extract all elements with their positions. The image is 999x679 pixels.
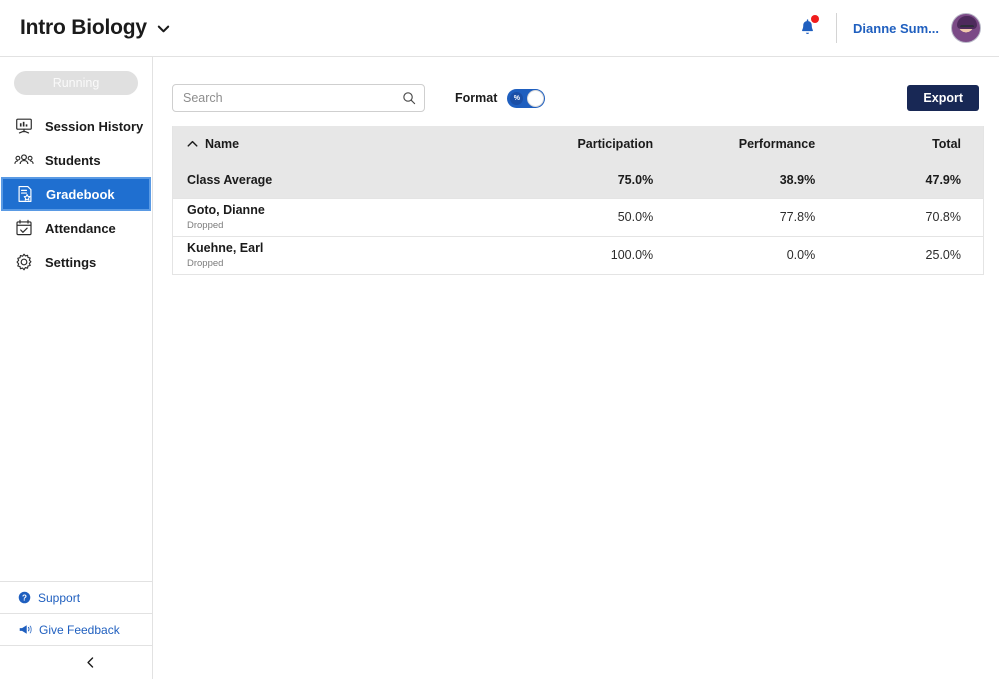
- sidebar-item-label: Settings: [45, 255, 96, 270]
- column-header-total[interactable]: Total: [837, 126, 983, 162]
- student-total: 25.0%: [837, 236, 983, 274]
- student-performance: 77.8%: [675, 198, 837, 236]
- sidebar: Running Session History Students: [0, 57, 153, 679]
- chevron-down-icon: [156, 21, 171, 36]
- people-group-icon: [14, 150, 34, 170]
- student-name-cell: Kuehne, Earl Dropped: [173, 236, 521, 274]
- class-average-row: Class Average 75.0% 38.9% 47.9%: [173, 162, 983, 198]
- search-icon[interactable]: [402, 91, 416, 105]
- avatar[interactable]: [951, 13, 981, 43]
- caret-up-icon: [187, 140, 198, 148]
- megaphone-icon: [18, 623, 32, 636]
- sidebar-item-label: Gradebook: [46, 187, 115, 202]
- student-participation: 50.0%: [521, 198, 675, 236]
- table-body: Class Average 75.0% 38.9% 47.9% Goto, Di…: [173, 162, 983, 274]
- user-menu[interactable]: Dianne Sum...: [853, 21, 939, 36]
- calendar-check-icon: [14, 218, 34, 238]
- student-name: Kuehne, Earl: [187, 241, 521, 256]
- toggle-knob: [527, 90, 544, 107]
- gradebook-toolbar: Format % Export: [153, 57, 999, 117]
- column-header-name[interactable]: Name: [173, 126, 521, 162]
- chevron-left-icon: [84, 656, 97, 669]
- document-star-icon: [15, 184, 35, 204]
- support-label: Support: [38, 591, 80, 605]
- gear-icon: [14, 252, 34, 272]
- class-average-total: 47.9%: [837, 162, 983, 198]
- student-performance: 0.0%: [675, 236, 837, 274]
- table-row[interactable]: Kuehne, Earl Dropped 100.0% 0.0% 25.0%: [173, 236, 983, 274]
- sidebar-nav: Session History Students Gradebook: [0, 109, 152, 279]
- export-button[interactable]: Export: [907, 85, 979, 111]
- page-title: Intro Biology: [20, 16, 147, 40]
- notifications-button[interactable]: [792, 13, 822, 43]
- search-box[interactable]: [172, 84, 425, 112]
- main-content: Format % Export Name: [153, 57, 999, 679]
- table-row[interactable]: Goto, Dianne Dropped 50.0% 77.8% 70.8%: [173, 198, 983, 236]
- student-status: Dropped: [187, 257, 521, 270]
- sidebar-item-label: Session History: [45, 119, 143, 134]
- gradebook-table: Name Participation Performance Total Cla…: [172, 126, 984, 275]
- format-toggle[interactable]: %: [507, 89, 545, 108]
- format-control: Format %: [455, 89, 545, 108]
- sidebar-item-label: Attendance: [45, 221, 116, 236]
- table-header-row: Name Participation Performance Total: [173, 126, 983, 162]
- sidebar-item-session-history[interactable]: Session History: [0, 109, 152, 143]
- sidebar-item-attendance[interactable]: Attendance: [0, 211, 152, 245]
- sidebar-footer: ? Support Give Feedback: [0, 581, 153, 679]
- student-participation: 100.0%: [521, 236, 675, 274]
- student-name: Goto, Dianne: [187, 203, 521, 218]
- search-input[interactable]: [183, 91, 402, 105]
- question-circle-icon: ?: [18, 591, 31, 604]
- top-bar: Intro Biology Dianne Sum...: [0, 0, 999, 57]
- column-header-participation[interactable]: Participation: [521, 126, 675, 162]
- notification-badge: [811, 15, 819, 23]
- support-link[interactable]: ? Support: [0, 581, 153, 613]
- percent-badge: %: [510, 92, 523, 105]
- class-average-participation: 75.0%: [521, 162, 675, 198]
- column-header-name-label: Name: [205, 137, 239, 151]
- sidebar-item-settings[interactable]: Settings: [0, 245, 152, 279]
- top-bar-right: Dianne Sum...: [792, 0, 981, 57]
- student-name-cell: Goto, Dianne Dropped: [173, 198, 521, 236]
- course-title-dropdown[interactable]: Intro Biology: [20, 16, 171, 40]
- presentation-chart-icon: [14, 116, 34, 136]
- column-header-performance[interactable]: Performance: [675, 126, 837, 162]
- sidebar-item-gradebook[interactable]: Gradebook: [1, 177, 151, 211]
- svg-text:?: ?: [22, 593, 27, 602]
- class-average-performance: 38.9%: [675, 162, 837, 198]
- sidebar-item-label: Students: [45, 153, 101, 168]
- collapse-sidebar-button[interactable]: [0, 645, 153, 679]
- grades-table: Name Participation Performance Total Cla…: [173, 126, 983, 274]
- give-feedback-label: Give Feedback: [39, 623, 120, 637]
- format-label: Format: [455, 91, 497, 105]
- status-badge: Running: [14, 71, 138, 95]
- student-total: 70.8%: [837, 198, 983, 236]
- header-divider: [836, 13, 837, 43]
- student-status: Dropped: [187, 219, 521, 232]
- sidebar-item-students[interactable]: Students: [0, 143, 152, 177]
- give-feedback-link[interactable]: Give Feedback: [0, 613, 153, 645]
- class-average-label: Class Average: [173, 162, 521, 198]
- table-header: Name Participation Performance Total: [173, 126, 983, 162]
